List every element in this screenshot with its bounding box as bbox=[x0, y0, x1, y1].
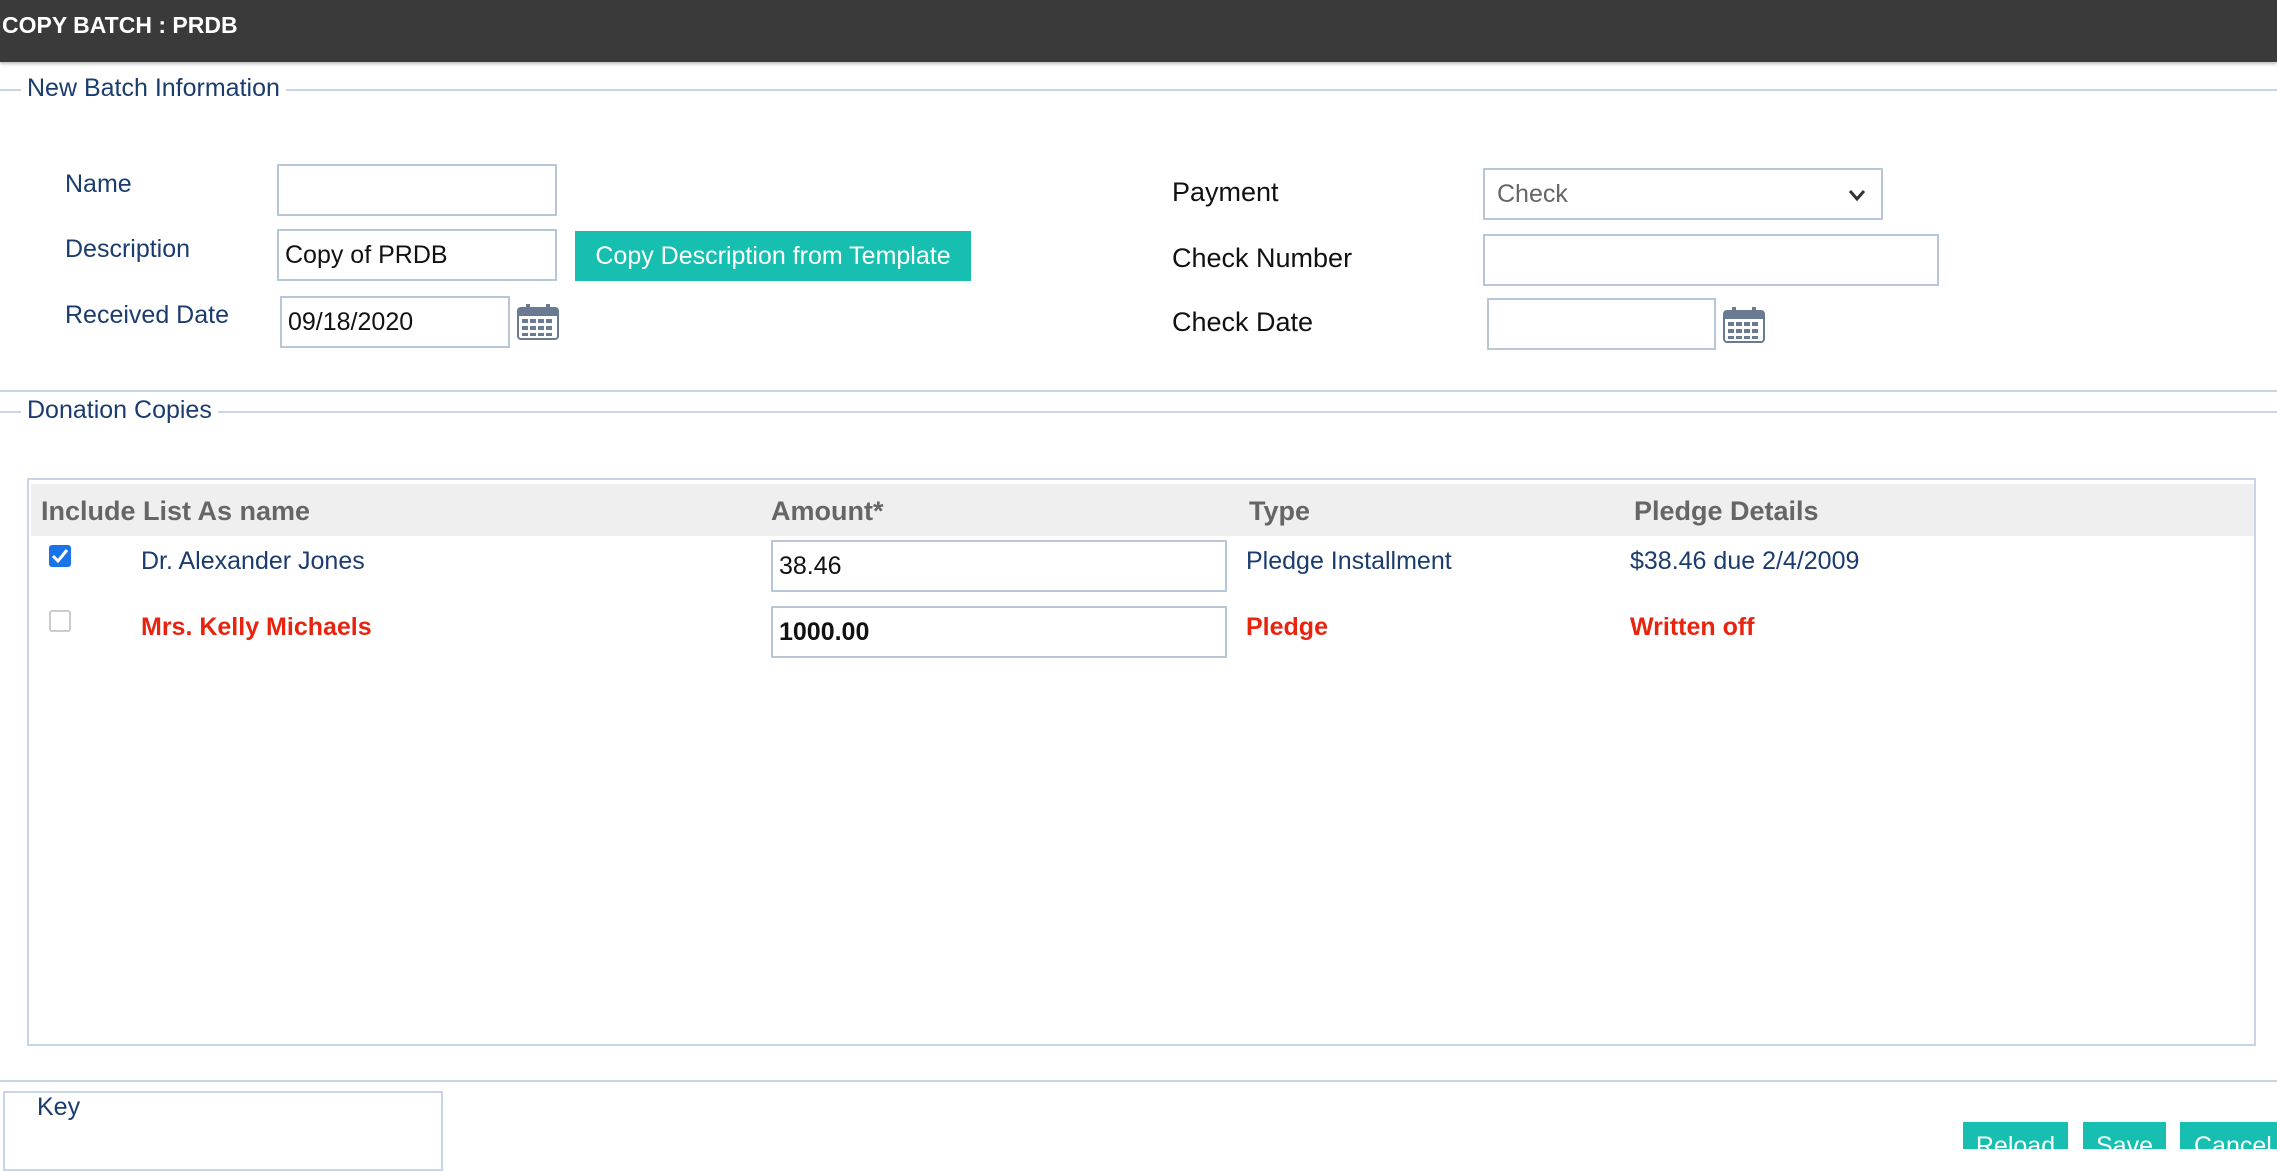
row-type: Pledge bbox=[1246, 613, 1328, 641]
cancel-button[interactable]: Cancel bbox=[2180, 1122, 2277, 1149]
calendar-icon[interactable] bbox=[1723, 307, 1765, 343]
row-pledge-details: $38.46 due 2/4/2009 bbox=[1630, 547, 1860, 575]
received-date-input[interactable] bbox=[280, 296, 510, 348]
batch-info-top-border bbox=[0, 89, 2277, 91]
payment-selected-value: Check bbox=[1497, 179, 1568, 208]
dialog-titlebar: COPY BATCH : PRDB bbox=[0, 0, 2277, 62]
row-name: Dr. Alexander Jones bbox=[141, 547, 365, 575]
amount-input[interactable] bbox=[771, 606, 1227, 658]
dialog-title: COPY BATCH : PRDB bbox=[2, 12, 238, 38]
grid-header: Include List As name Amount* Type Pledge… bbox=[31, 484, 2254, 536]
name-input[interactable] bbox=[277, 164, 557, 216]
description-label: Description bbox=[65, 235, 191, 263]
row-pledge-details: Written off bbox=[1630, 613, 1755, 641]
copy-description-button[interactable]: Copy Description from Template bbox=[575, 231, 971, 281]
checkmark-icon bbox=[51, 549, 69, 564]
column-type: Type bbox=[1249, 496, 1311, 526]
check-number-input[interactable] bbox=[1483, 234, 1939, 286]
key-box: Key bbox=[3, 1091, 443, 1171]
check-date-input[interactable] bbox=[1487, 298, 1716, 350]
check-date-label: Check Date bbox=[1172, 307, 1314, 337]
donations-bottom-border bbox=[0, 1080, 2277, 1082]
include-checkbox[interactable] bbox=[49, 610, 71, 632]
description-input[interactable] bbox=[277, 229, 557, 281]
column-amount: Amount* bbox=[771, 496, 884, 526]
column-pledge-details: Pledge Details bbox=[1634, 496, 1819, 526]
calendar-icon[interactable] bbox=[517, 304, 559, 340]
column-list-as-name: List As name bbox=[143, 496, 311, 526]
row-type: Pledge Installment bbox=[1246, 547, 1452, 575]
received-date-label: Received Date bbox=[65, 301, 229, 329]
reload-button[interactable]: Reload bbox=[1963, 1122, 2068, 1149]
payment-select[interactable]: Check bbox=[1483, 168, 1883, 220]
donations-grid: Include List As name Amount* Type Pledge… bbox=[27, 478, 2256, 1046]
key-label: Key bbox=[37, 1093, 81, 1121]
amount-input[interactable] bbox=[771, 540, 1227, 592]
chevron-down-icon bbox=[1848, 190, 1866, 202]
donations-top-border bbox=[0, 411, 2277, 413]
save-button[interactable]: Save bbox=[2083, 1122, 2166, 1149]
batch-info-bottom-border bbox=[0, 390, 2277, 392]
check-number-label: Check Number bbox=[1172, 243, 1353, 273]
row-name: Mrs. Kelly Michaels bbox=[141, 613, 372, 641]
include-checkbox[interactable] bbox=[49, 545, 71, 567]
payment-label: Payment bbox=[1172, 177, 1279, 207]
donations-legend: Donation Copies bbox=[21, 396, 218, 425]
batch-info-legend: New Batch Information bbox=[21, 74, 286, 103]
name-label: Name bbox=[65, 170, 132, 198]
column-include: Include bbox=[41, 496, 136, 526]
